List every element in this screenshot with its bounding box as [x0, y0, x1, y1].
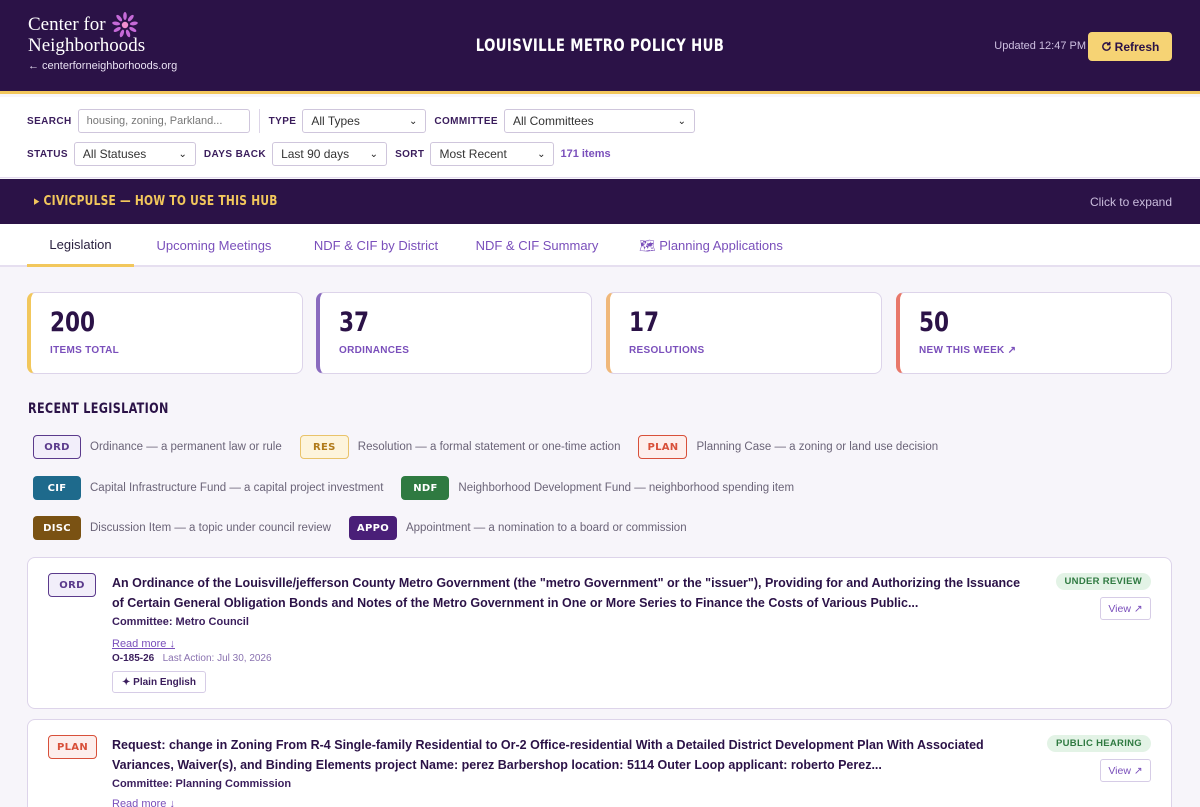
refresh-icon [1101, 41, 1111, 51]
legend-desc: Resolution — a formal statement or one-t… [357, 441, 621, 453]
stat-value: 50 [919, 307, 950, 338]
legend-desc: Ordinance — a permanent law or rule [90, 441, 282, 453]
committee-select[interactable]: All Committees ⌄ [503, 109, 695, 133]
last-updated-text: Updated 12:47 PM [994, 40, 1086, 52]
legend-desc: Capital Infrastructure Fund — a capital … [90, 482, 384, 494]
chevron-down-icon: ⌄ [408, 115, 418, 127]
sort-select-value: Most Recent [439, 147, 507, 161]
committee-text: Committee: Metro Council [112, 616, 249, 628]
app-header: Center for Neighborhoods ← centerforneig… [0, 0, 1200, 94]
badge-appo: APPO [348, 516, 397, 540]
how-to-guide-toggle[interactable]: ▸ CIVICPULSE — HOW TO USE THIS HUB Click… [0, 179, 1200, 224]
legend-row: ORD Ordinance — a permanent law or rule … [33, 435, 956, 459]
stat-label: RESOLUTIONS [629, 345, 705, 356]
status-select-value: All Statuses [82, 147, 147, 161]
main-tabs: Legislation Upcoming Meetings NDF & CIF … [0, 224, 1200, 267]
days-back-select-value: Last 90 days [281, 147, 350, 161]
legislation-id: O-185-26 [112, 653, 155, 664]
type-select-value: All Types [311, 114, 360, 128]
committee-select-value: All Committees [512, 114, 594, 128]
status-label: STATUS [27, 148, 68, 160]
search-input[interactable]: housing, zoning, Parkland... [77, 109, 250, 133]
tab-legislation[interactable]: Legislation [27, 224, 134, 267]
badge-disc: DISC [33, 516, 81, 540]
read-more-link[interactable]: Read more ↓ [112, 638, 175, 650]
legislation-card: ORD An Ordinance of the Louisville/jeffe… [27, 557, 1172, 709]
view-button[interactable]: View ↗ [1100, 597, 1151, 620]
legend-desc: Neighborhood Development Fund — neighbor… [458, 482, 795, 494]
committee-text: Committee: Planning Commission [112, 778, 292, 790]
sort-select[interactable]: Most Recent ⌄ [430, 142, 555, 166]
tab-ndf-cif-summary[interactable]: NDF & CIF Summary [468, 224, 606, 267]
type-select[interactable]: All Types ⌄ [302, 109, 427, 133]
filter-row-2: STATUS All Statuses ⌄ DAYS BACK Last 90 … [27, 142, 611, 166]
brand-name-line1: Center for [28, 14, 106, 35]
status-badge: UNDER REVIEW [1055, 573, 1151, 590]
app-title: LOUISVILLE METRO POLICY HUB [475, 36, 725, 56]
stat-value: 17 [629, 307, 660, 338]
legend-desc: Discussion Item — a topic under council … [90, 522, 331, 534]
chevron-down-icon: ⌄ [369, 148, 379, 160]
plain-english-button[interactable]: ✦ Plain English [112, 671, 206, 693]
refresh-label: Refresh [1114, 39, 1160, 54]
sort-label: SORT [395, 148, 425, 160]
legislation-meta: O-185-26 Last Action: Jul 30, 2026 [112, 653, 272, 664]
badge-res: RES [299, 435, 349, 459]
chevron-down-icon: ⌄ [178, 148, 187, 160]
legend-row: DISC Discussion Item — a topic under cou… [33, 516, 705, 540]
type-label: TYPE [268, 115, 297, 127]
badge-ndf: NDF [401, 476, 450, 500]
legislation-card: PLAN Request: change in Zoning From R-4 … [27, 719, 1172, 807]
stat-card-new-this-week[interactable]: 50 NEW THIS WEEK ↗ [896, 292, 1172, 374]
result-count: 171 items [560, 148, 611, 160]
filter-divider [258, 109, 260, 133]
read-more-link[interactable]: Read more ↓ [112, 798, 175, 807]
badge-plan: PLAN [638, 435, 688, 459]
stat-value: 37 [339, 307, 370, 338]
status-select[interactable]: All Statuses ⌄ [73, 142, 196, 166]
refresh-button[interactable]: Refresh [1088, 32, 1172, 61]
filter-bar: SEARCH housing, zoning, Parkland... TYPE… [0, 97, 1200, 178]
legislation-title: An Ordinance of the Louisville/jefferson… [112, 576, 1021, 610]
guide-expand-hint: Click to expand [1089, 195, 1172, 209]
stat-label: ORDINANCES [339, 345, 410, 356]
brand-website-link[interactable]: ← centerforneighborhoods.org [28, 60, 177, 72]
chevron-down-icon: ⌄ [677, 115, 686, 127]
tab-upcoming-meetings[interactable]: Upcoming Meetings [146, 224, 282, 267]
committee-label: COMMITTEE [434, 115, 498, 127]
type-badge: ORD [48, 573, 96, 597]
tab-planning-applications[interactable]: 🗺 Planning Applications [626, 224, 796, 267]
stat-value: 200 [50, 307, 96, 338]
badge-cif: CIF [33, 476, 81, 500]
stat-card-ordinances: 37 ORDINANCES [316, 292, 592, 374]
search-label: SEARCH [27, 115, 72, 127]
view-button[interactable]: View ↗ [1100, 759, 1151, 782]
days-back-label: DAYS BACK [203, 148, 267, 160]
legend-row: CIF Capital Infrastructure Fund — a capi… [33, 476, 812, 500]
type-badge: PLAN [48, 735, 97, 759]
section-title: RECENT LEGISLATION [28, 401, 169, 417]
days-back-select[interactable]: Last 90 days ⌄ [272, 142, 388, 166]
status-badge: PUBLIC HEARING [1046, 735, 1151, 752]
chevron-down-icon: ⌄ [537, 148, 546, 160]
legislation-title: Request: change in Zoning From R-4 Singl… [112, 738, 984, 772]
stat-card-resolutions: 17 RESOLUTIONS [606, 292, 882, 374]
guide-title: ▸ CIVICPULSE — HOW TO USE THIS HUB [34, 194, 278, 209]
last-action: Last Action: Jul 30, 2026 [162, 653, 272, 664]
legend-desc: Planning Case — a zoning or land use dec… [696, 441, 939, 453]
stat-card-items-total: 200 ITEMS TOTAL [27, 292, 303, 374]
tab-ndf-cif-by-district[interactable]: NDF & CIF by District [306, 224, 446, 267]
filter-row-1: SEARCH housing, zoning, Parkland... TYPE… [27, 109, 695, 133]
stat-label: NEW THIS WEEK ↗ [919, 345, 1017, 356]
stat-label: ITEMS TOTAL [50, 345, 120, 356]
badge-ord: ORD [33, 435, 81, 459]
search-placeholder: housing, zoning, Parkland... [86, 115, 223, 127]
legend-desc: Appointment — a nomination to a board or… [405, 522, 687, 534]
